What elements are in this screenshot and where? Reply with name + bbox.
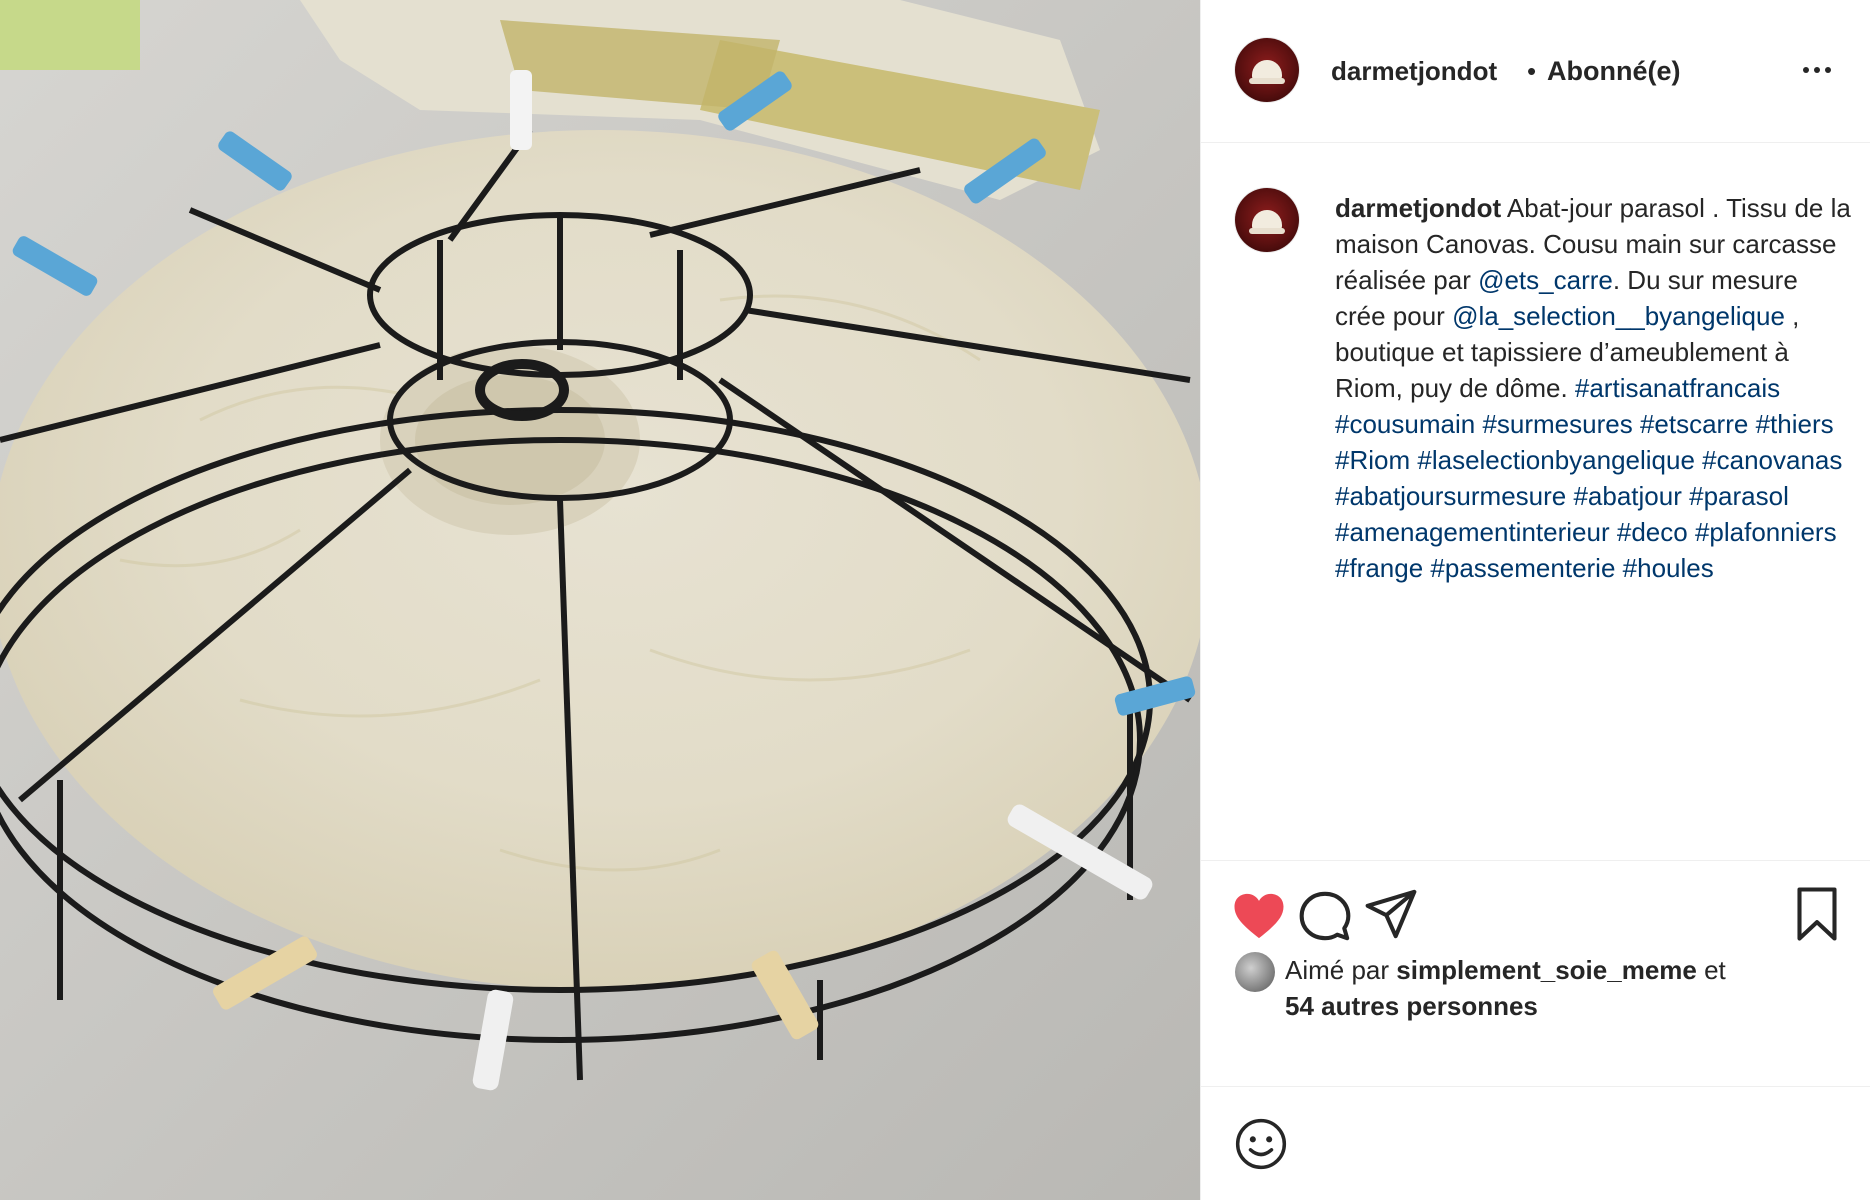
comment-divider (1201, 1086, 1870, 1087)
bookmark-icon[interactable] (1789, 886, 1845, 942)
hashtag[interactable]: #surmesures (1482, 409, 1632, 439)
likes-prefix: Aimé par (1285, 955, 1397, 985)
hashtag[interactable]: #frange (1335, 553, 1423, 583)
hashtag[interactable]: #Riom (1335, 445, 1410, 475)
hashtag[interactable]: #thiers (1756, 409, 1834, 439)
post-header: darmetjondot • Abonné(e) (1201, 0, 1870, 143)
hashtag[interactable]: #houles (1623, 553, 1714, 583)
caption-text: darmetjondot Abat-jour parasol . Tissu d… (1335, 190, 1855, 586)
header-separator: • (1527, 56, 1537, 86)
mention-la-selection[interactable]: @la_selection__byangelique (1452, 301, 1785, 331)
post-photo (0, 0, 1200, 1200)
likes-others[interactable]: 54 autres personnes (1285, 988, 1845, 1024)
hashtag[interactable]: #abatjoursurmesure (1335, 481, 1566, 511)
mention-ets-carre[interactable]: @ets_carre (1478, 265, 1613, 295)
hashtag[interactable]: #cousumain (1335, 409, 1475, 439)
actions-divider (1201, 860, 1870, 862)
liker-username[interactable]: simplement_soie_meme (1396, 955, 1697, 985)
hashtag[interactable]: #abatjour (1573, 481, 1681, 511)
hashtag[interactable]: #plafonniers (1695, 517, 1837, 547)
profile-avatar[interactable] (1235, 38, 1299, 102)
more-icon[interactable] (1797, 50, 1837, 90)
hashtag[interactable]: #deco (1617, 517, 1688, 547)
header-username[interactable]: darmetjondot (1331, 56, 1497, 87)
hashtag[interactable]: #etscarre (1640, 409, 1748, 439)
caption-avatar[interactable] (1235, 188, 1299, 252)
caption-username[interactable]: darmetjondot (1335, 193, 1501, 223)
comment-icon[interactable] (1297, 888, 1353, 944)
post-sidebar: darmetjondot • Abonné(e) darmetjondot Ab… (1200, 0, 1870, 1200)
likes-connector: et (1696, 955, 1726, 985)
lampshade-photo (0, 0, 1200, 1200)
hashtag-list: #artisanatfrancais #cousumain #surmesure… (1335, 373, 1842, 583)
heart-icon[interactable] (1231, 888, 1287, 944)
hashtag[interactable]: #laselectionbyangelique (1417, 445, 1695, 475)
hashtag[interactable]: #parasol (1689, 481, 1789, 511)
likes-summary: Aimé par simplement_soie_meme et 54 autr… (1285, 952, 1845, 1024)
share-icon[interactable] (1363, 886, 1419, 942)
hashtag[interactable]: #artisanatfrancais (1575, 373, 1780, 403)
hashtag[interactable]: #passementerie (1430, 553, 1615, 583)
emoji-icon[interactable] (1233, 1116, 1289, 1172)
liker-avatar[interactable] (1235, 952, 1275, 992)
hashtag[interactable]: #amenagementinterieur (1335, 517, 1610, 547)
hashtag[interactable]: #canovanas (1702, 445, 1842, 475)
follow-status[interactable]: Abonné(e) (1547, 56, 1680, 87)
